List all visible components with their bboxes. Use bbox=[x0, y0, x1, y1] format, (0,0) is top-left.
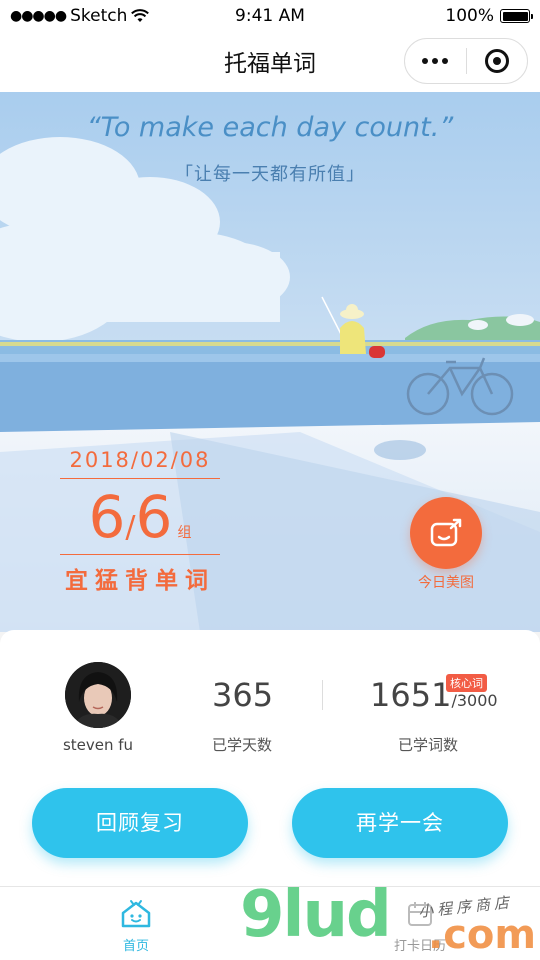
stats-card: steven fu 365 已学天数 核心词 1651/3000 已学词数 回顾… bbox=[0, 630, 540, 886]
current-date: 2018/02/08 bbox=[60, 448, 220, 479]
battery-icon bbox=[500, 9, 533, 23]
share-image-icon bbox=[430, 518, 462, 547]
words-learned: 1651 bbox=[370, 676, 452, 714]
battery-percent: 100% bbox=[445, 6, 494, 26]
more-dot-icon bbox=[432, 58, 439, 64]
daily-progress-block: 2018/02/08 6/6 组 宜猛背单词 bbox=[60, 448, 220, 595]
stats-divider bbox=[322, 680, 323, 710]
home-icon bbox=[121, 900, 151, 928]
groups-unit: 组 bbox=[177, 525, 192, 541]
today-picture-button[interactable] bbox=[410, 497, 482, 569]
words-count: 1651/3000 bbox=[370, 676, 498, 714]
username: steven fu bbox=[62, 736, 134, 754]
quote-english: “To make each day count.” bbox=[86, 112, 454, 143]
tab-home-label: 首页 bbox=[122, 939, 149, 954]
group-count: 6/6 组 bbox=[60, 479, 220, 555]
words-label: 已学词数 bbox=[398, 736, 459, 754]
daily-illustration: “To make each day count.” 「让每一天都有所值」 201… bbox=[0, 92, 540, 632]
days-label: 已学天数 bbox=[212, 736, 273, 754]
learn-more-button[interactable]: 再学一会 bbox=[292, 788, 508, 858]
close-button[interactable] bbox=[467, 39, 528, 83]
today-picture-label[interactable]: 今日美图 bbox=[396, 572, 496, 592]
count-separator: / bbox=[125, 510, 136, 545]
days-count: 365 bbox=[212, 676, 274, 714]
battery-group: 100% bbox=[445, 6, 533, 26]
quote-chinese: 「让每一天都有所值」 bbox=[175, 164, 365, 185]
groups-done: 6 bbox=[88, 483, 126, 551]
review-button[interactable]: 回顾复习 bbox=[32, 788, 248, 858]
avatar[interactable] bbox=[65, 662, 131, 728]
more-dot-icon bbox=[442, 58, 449, 64]
more-dot-icon bbox=[422, 58, 429, 64]
daily-motto: 宜猛背单词 bbox=[65, 568, 215, 594]
watermark-brand: 9lud bbox=[240, 878, 392, 952]
words-total: /3000 bbox=[451, 691, 498, 710]
tab-home[interactable]: 首页 bbox=[96, 899, 176, 954]
close-ring-icon bbox=[484, 49, 509, 73]
navigation-bar: 托福单词 bbox=[0, 32, 540, 92]
more-button[interactable] bbox=[405, 39, 466, 83]
status-bar: ●●●●● Sketch 9:41 AM 100% bbox=[0, 0, 540, 32]
miniprogram-capsule bbox=[404, 38, 528, 84]
groups-total: 6 bbox=[135, 483, 173, 551]
